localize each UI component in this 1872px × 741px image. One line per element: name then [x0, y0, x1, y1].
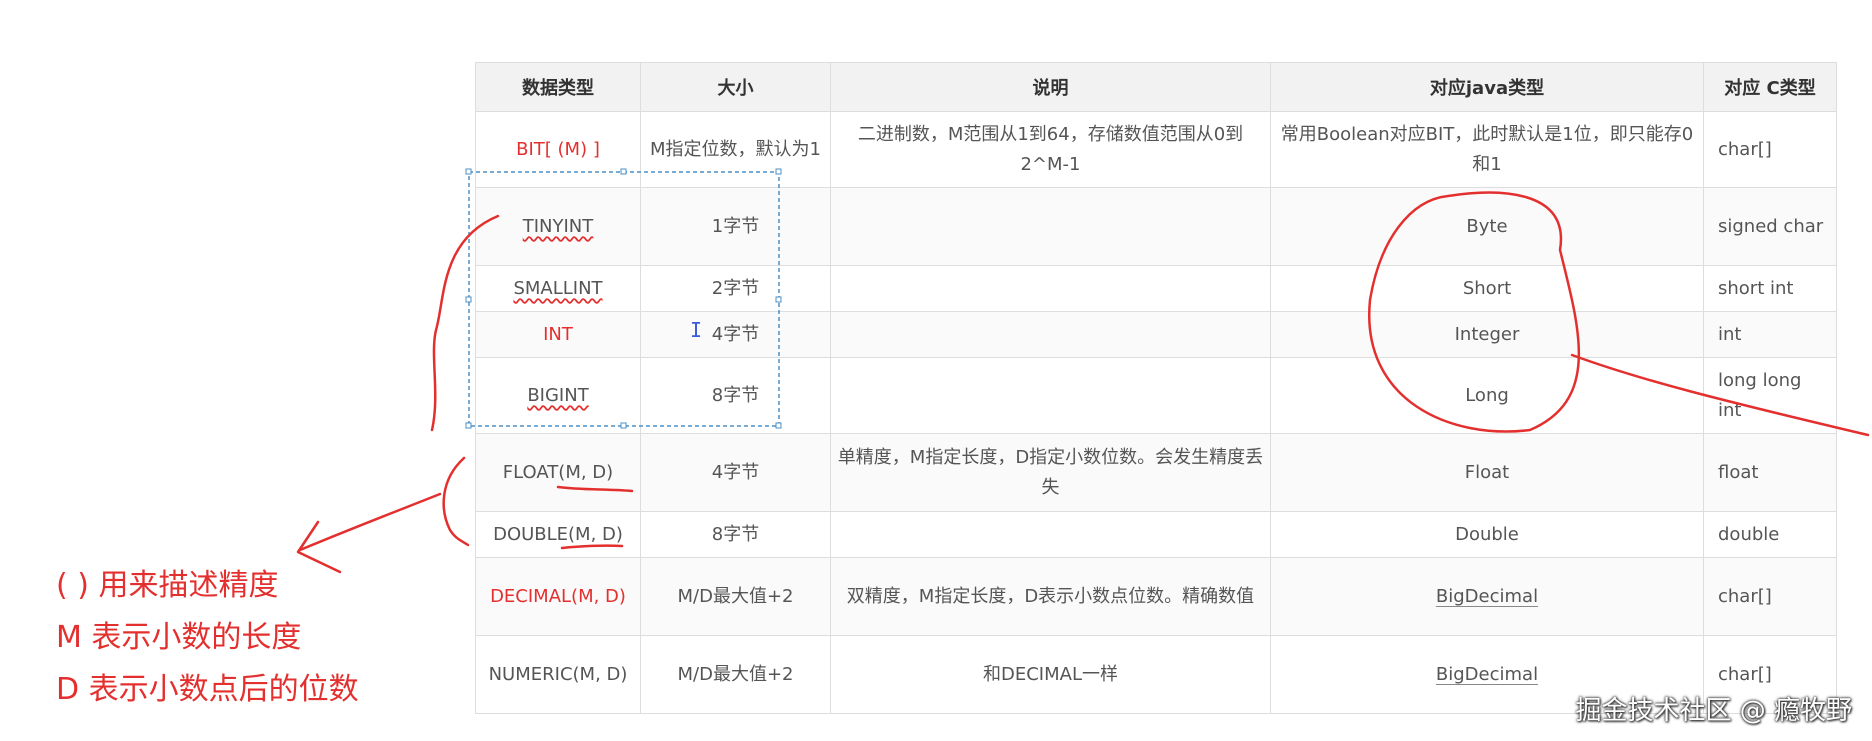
selection-handle — [465, 296, 472, 303]
cell-desc: 双精度，M指定长度，D表示小数点位数。精确数值 — [830, 557, 1271, 636]
cell-java: BigDecimal — [1270, 557, 1704, 636]
data-type-table: 数据类型 大小 说明 对应java类型 对应 C类型 BIT[ (M) ] M指… — [475, 62, 1837, 714]
screenshot-frame: 数据类型 大小 说明 对应java类型 对应 C类型 BIT[ (M) ] M指… — [0, 0, 1872, 741]
arrow-stroke — [298, 492, 442, 552]
cell-c: char[] — [1703, 111, 1837, 188]
java-type-link[interactable]: BigDecimal — [1436, 664, 1538, 685]
cell-size: M指定位数，默认为1 — [640, 111, 831, 188]
cell-java: Short — [1270, 265, 1704, 312]
table-header-row: 数据类型 大小 说明 对应java类型 对应 C类型 — [475, 62, 1837, 112]
cell-c: int — [1703, 311, 1837, 358]
cell-desc — [830, 511, 1271, 558]
brace-stroke — [442, 456, 470, 547]
header-size: 大小 — [640, 62, 831, 112]
handwritten-notes: ( ) 用来描述精度 M 表示小数的长度 D 表示小数点后的位数 — [56, 560, 359, 716]
note-line-precision: ( ) 用来描述精度 — [56, 568, 279, 603]
selection-handle — [465, 422, 472, 429]
table-row: BIGINT 8字节 Long long long int — [475, 357, 1837, 434]
java-type-link[interactable]: BigDecimal — [1436, 586, 1538, 607]
cell-desc — [830, 187, 1271, 266]
note-line-length: M 表示小数的长度 — [56, 620, 302, 655]
cell-java: Float — [1270, 433, 1704, 512]
cell-type: SMALLINT — [475, 265, 641, 312]
cell-c: char[] — [1703, 557, 1837, 636]
cell-size: 4字节 — [640, 433, 831, 512]
header-data-type: 数据类型 — [475, 62, 641, 112]
note-line-decimal: D 表示小数点后的位数 — [56, 672, 359, 707]
table-row: BIT[ (M) ] M指定位数，默认为1 二进制数，M范围从1到64，存储数值… — [475, 111, 1837, 188]
cell-desc — [830, 265, 1271, 312]
header-description: 说明 — [830, 62, 1271, 112]
header-java-type: 对应java类型 — [1270, 62, 1704, 112]
cell-java: Integer — [1270, 311, 1704, 358]
cell-size: 4字节 — [640, 311, 831, 358]
table-row: DOUBLE(M, D) 8字节 Double double — [475, 511, 1837, 558]
cell-c: float — [1703, 433, 1837, 512]
type-label: TINYINT — [522, 215, 594, 237]
cell-size: 8字节 — [640, 357, 831, 434]
cell-c: double — [1703, 511, 1837, 558]
header-c-type: 对应 C类型 — [1703, 62, 1837, 112]
selection-handle — [465, 168, 472, 175]
cell-desc — [830, 357, 1271, 434]
table-row: FLOAT(M, D) 4字节 单精度，M指定长度，D指定小数位数。会发生精度丢… — [475, 433, 1837, 512]
cell-size: 8字节 — [640, 511, 831, 558]
type-label: BIGINT — [527, 384, 589, 406]
table-row: SMALLINT 2字节 Short short int — [475, 265, 1837, 312]
table-row: TINYINT 1字节 Byte signed char — [475, 187, 1837, 266]
table-row: DECIMAL(M, D) M/D最大值+2 双精度，M指定长度，D表示小数点位… — [475, 557, 1837, 636]
cell-c: signed char — [1703, 187, 1837, 266]
cell-desc: 二进制数，M范围从1到64，存储数值范围从0到2^M-1 — [830, 111, 1271, 188]
cell-java: Double — [1270, 511, 1704, 558]
cell-type: DOUBLE(M, D) — [475, 511, 641, 558]
cell-type: BIT[ (M) ] — [475, 111, 641, 188]
cell-java: 常用Boolean对应BIT，此时默认是1位，即只能存0和1 — [1270, 111, 1704, 188]
cell-c: long long int — [1703, 357, 1837, 434]
cell-type: TINYINT — [475, 187, 641, 266]
text-cursor-icon: I — [690, 318, 703, 342]
cell-type: INT — [475, 311, 641, 358]
cell-java: Long — [1270, 357, 1704, 434]
cell-desc: 和DECIMAL一样 — [830, 635, 1271, 714]
cell-type: FLOAT(M, D) — [475, 433, 641, 512]
cell-size: 1字节 — [640, 187, 831, 266]
cell-size: 2字节 — [640, 265, 831, 312]
cell-size: M/D最大值+2 — [640, 635, 831, 714]
cell-size: M/D最大值+2 — [640, 557, 831, 636]
cell-desc: 单精度，M指定长度，D指定小数位数。会发生精度丢失 — [830, 433, 1271, 512]
cell-c: short int — [1703, 265, 1837, 312]
table-row: INT 4字节 Integer int — [475, 311, 1837, 358]
cell-type: BIGINT — [475, 357, 641, 434]
cell-desc — [830, 311, 1271, 358]
cell-java: Byte — [1270, 187, 1704, 266]
watermark: 掘金技术社区 @ 瘾牧野 — [1575, 696, 1852, 726]
cell-type: NUMERIC(M, D) — [475, 635, 641, 714]
type-label: SMALLINT — [513, 277, 603, 299]
cell-type: DECIMAL(M, D) — [475, 557, 641, 636]
